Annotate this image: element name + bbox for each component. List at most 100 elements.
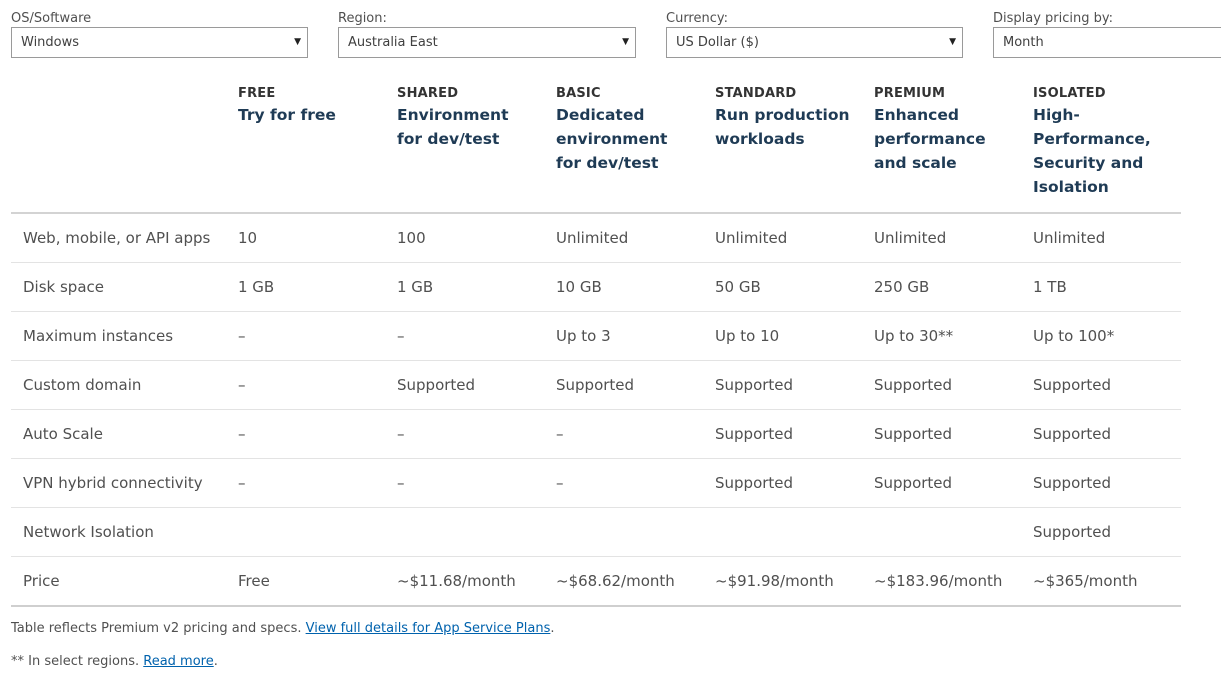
- region-filter-label: Region:: [338, 11, 387, 26]
- footnote-period: .: [213, 654, 218, 669]
- cell-isolated: 1 TB: [1033, 278, 1067, 296]
- cell-standard: Supported: [715, 474, 794, 492]
- cell-shared: 100: [397, 229, 426, 247]
- cell-standard: 50 GB: [715, 278, 761, 296]
- currency-select-value: US Dollar ($): [676, 35, 759, 50]
- region-select-value: Australia East: [348, 35, 438, 50]
- display-filter: Display pricing by: Month: [993, 11, 1221, 58]
- tier-free: FREE Try for free: [238, 85, 388, 127]
- cell-isolated: Supported: [1033, 425, 1112, 443]
- table-row: Custom domain – Supported Supported Supp…: [11, 361, 1181, 410]
- table-row: Web, mobile, or API apps 10 100 Unlimite…: [11, 214, 1181, 263]
- tier-name: PREMIUM: [874, 86, 946, 101]
- cell-shared: 1 GB: [397, 278, 434, 296]
- row-label: Web, mobile, or API apps: [23, 229, 211, 247]
- cell-free: –: [238, 376, 246, 394]
- currency-filter: Currency: US Dollar ($) ▼: [666, 11, 963, 58]
- row-label: Disk space: [23, 278, 104, 296]
- cell-basic: –: [556, 425, 564, 443]
- filter-bar: OS/Software Windows ▼ Region: Australia …: [11, 11, 1221, 61]
- cell-basic: Up to 3: [556, 327, 611, 345]
- cell-basic: Supported: [556, 376, 635, 394]
- row-label: Price: [23, 572, 60, 590]
- row-label: Maximum instances: [23, 327, 174, 345]
- read-more-link[interactable]: Read more: [143, 654, 213, 669]
- row-label: Custom domain: [23, 376, 142, 394]
- cell-premium: Unlimited: [874, 229, 947, 247]
- cell-premium: ~$183.96/month: [874, 572, 1003, 590]
- cell-standard: Unlimited: [715, 229, 788, 247]
- table-row: Auto Scale – – – Supported Supported Sup…: [11, 410, 1181, 459]
- os-filter: OS/Software Windows ▼: [11, 11, 308, 58]
- region-select[interactable]: Australia East ▼: [338, 27, 636, 58]
- cell-basic: –: [556, 474, 564, 492]
- footnote-period: .: [550, 621, 555, 636]
- cell-isolated: ~$365/month: [1033, 572, 1138, 590]
- table-row: Disk space 1 GB 1 GB 10 GB 50 GB 250 GB …: [11, 263, 1181, 312]
- cell-isolated: Supported: [1033, 523, 1112, 541]
- tier-description: Run production workloads: [715, 106, 850, 148]
- cell-free: 1 GB: [238, 278, 275, 296]
- cell-free: 10: [238, 229, 258, 247]
- row-label: VPN hybrid connectivity: [23, 474, 203, 492]
- cell-basic: ~$68.62/month: [556, 572, 675, 590]
- cell-premium: Supported: [874, 474, 953, 492]
- chevron-down-icon: ▼: [622, 37, 629, 47]
- cell-isolated: Supported: [1033, 474, 1112, 492]
- table-row: Network Isolation Supported: [11, 508, 1181, 557]
- tier-name: FREE: [238, 86, 276, 101]
- tier-description: Environment for dev/test: [397, 106, 509, 148]
- tier-name: STANDARD: [715, 86, 797, 101]
- cell-free: –: [238, 327, 246, 345]
- chevron-down-icon: ▼: [949, 37, 956, 47]
- currency-filter-label: Currency:: [666, 11, 729, 26]
- cell-free: –: [238, 474, 246, 492]
- table-row: Price Free ~$11.68/month ~$68.62/month ~…: [11, 557, 1181, 607]
- footnote-text: Table reflects Premium v2 pricing and sp…: [11, 621, 306, 636]
- cell-premium: Supported: [874, 376, 953, 394]
- footnote-text: ** In select regions.: [11, 654, 144, 669]
- cell-shared: –: [397, 425, 405, 443]
- tier-isolated: ISOLATED High-Performance, Security and …: [1033, 85, 1153, 199]
- cell-free: –: [238, 425, 246, 443]
- cell-standard: Supported: [715, 425, 794, 443]
- cell-standard: Supported: [715, 376, 794, 394]
- row-label: Auto Scale: [23, 425, 103, 443]
- cell-isolated: Supported: [1033, 376, 1112, 394]
- tier-description: Enhanced performance and scale: [874, 106, 986, 172]
- cell-premium: 250 GB: [874, 278, 930, 296]
- tier-description: Try for free: [238, 106, 336, 124]
- cell-basic: 10 GB: [556, 278, 602, 296]
- tier-standard: STANDARD Run production workloads: [715, 85, 855, 151]
- tier-basic: BASIC Dedicated environment for dev/test: [556, 85, 696, 175]
- row-label: Network Isolation: [23, 523, 154, 541]
- footnote-regions: ** In select regions. Read more.: [11, 654, 218, 669]
- pricing-table: FREE Try for free SHARED Environment for…: [11, 78, 1181, 607]
- cell-isolated: Up to 100*: [1033, 327, 1115, 345]
- view-details-link[interactable]: View full details for App Service Plans: [306, 621, 551, 636]
- tier-premium: PREMIUM Enhanced performance and scale: [874, 85, 1014, 175]
- cell-standard: ~$91.98/month: [715, 572, 834, 590]
- os-filter-label: OS/Software: [11, 11, 92, 26]
- display-select[interactable]: Month: [993, 27, 1221, 58]
- cell-basic: Unlimited: [556, 229, 629, 247]
- cell-premium: Supported: [874, 425, 953, 443]
- tier-name: BASIC: [556, 86, 601, 101]
- cell-premium: Up to 30**: [874, 327, 954, 345]
- os-select-value: Windows: [21, 35, 80, 50]
- cell-standard: Up to 10: [715, 327, 780, 345]
- tier-shared: SHARED Environment for dev/test: [397, 85, 537, 151]
- cell-shared: –: [397, 474, 405, 492]
- currency-select[interactable]: US Dollar ($) ▼: [666, 27, 963, 58]
- tier-description: High-Performance, Security and Isolation: [1033, 106, 1151, 196]
- cell-isolated: Unlimited: [1033, 229, 1106, 247]
- tier-description: Dedicated environment for dev/test: [556, 106, 668, 172]
- os-select[interactable]: Windows ▼: [11, 27, 308, 58]
- tier-name: ISOLATED: [1033, 86, 1106, 101]
- cell-shared: ~$11.68/month: [397, 572, 516, 590]
- tier-name: SHARED: [397, 86, 459, 101]
- cell-free: Free: [238, 572, 270, 590]
- display-select-value: Month: [1003, 35, 1044, 50]
- cell-shared: Supported: [397, 376, 476, 394]
- table-row: VPN hybrid connectivity – – – Supported …: [11, 459, 1181, 508]
